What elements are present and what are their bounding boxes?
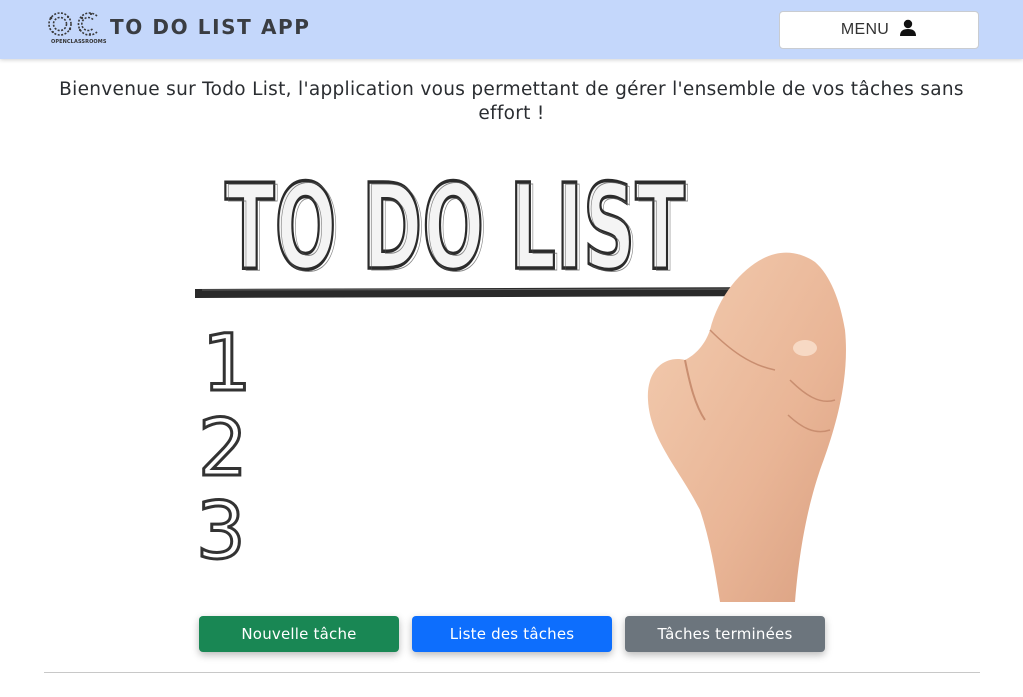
logo-text: OPENCLASSROOMS	[51, 39, 107, 45]
new-task-button[interactable]: Nouvelle tâche	[199, 616, 399, 652]
svg-text:TO DO LIST: TO DO LIST	[228, 160, 688, 298]
openclassrooms-logo: OPENCLASSROOMS	[46, 9, 107, 49]
hero-image: TO DO LIST TO DO LIST 1 2 3	[190, 150, 850, 602]
menu-label: MENU	[840, 21, 890, 38]
action-buttons: Nouvelle tâche Liste des tâches Tâches t…	[0, 616, 1023, 652]
user-icon	[899, 19, 917, 42]
welcome-text: Bienvenue sur Todo List, l'application v…	[59, 79, 964, 124]
hand-illustration	[647, 252, 846, 602]
divider	[44, 672, 980, 673]
task-list-button[interactable]: Liste des tâches	[412, 616, 612, 652]
brand[interactable]: OPENCLASSROOMS TO DO LIST APP	[46, 9, 309, 49]
hero-number-1: 1	[202, 319, 252, 409]
hero-number-3: 3	[196, 487, 246, 577]
hero-number-2: 2	[198, 404, 248, 494]
menu-button[interactable]: MENU	[779, 11, 979, 49]
navbar: OPENCLASSROOMS TO DO LIST APP MENU	[0, 0, 1023, 59]
done-tasks-button[interactable]: Tâches terminées	[625, 616, 825, 652]
app-title: TO DO LIST APP	[110, 15, 311, 39]
